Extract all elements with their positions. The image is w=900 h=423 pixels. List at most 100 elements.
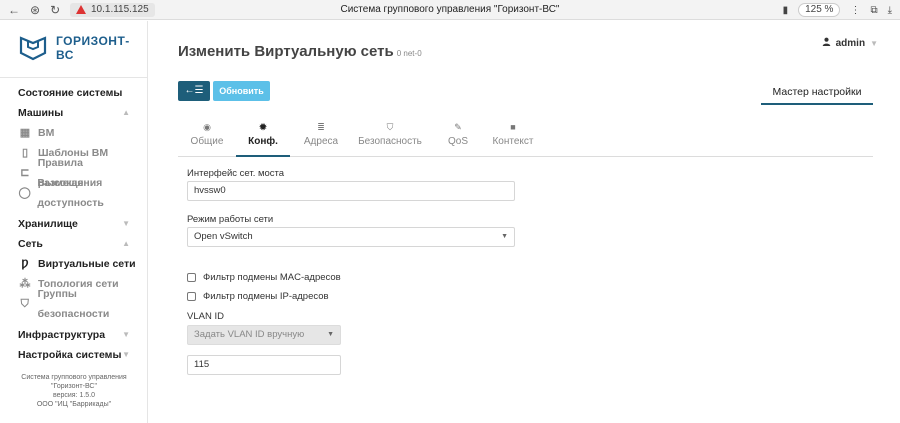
tab-security[interactable]: ⛉ Безопасность xyxy=(348,120,432,157)
file-icon: ▯ xyxy=(21,147,29,159)
sidebar-menu: Состояние системы Машины ▲ ▦ ВМ ▯ Шаблоны В… xyxy=(0,83,148,365)
footer-line: "Горизонт-ВС" xyxy=(51,383,97,390)
download-icon[interactable]: ⤓ xyxy=(888,5,892,16)
header: Изменить Виртуальную сеть 0 net-0 admin ▼ xyxy=(149,21,900,71)
shield-icon: ⛉ xyxy=(20,298,29,310)
section-label: Хранилище xyxy=(18,218,78,230)
page-title-text: Изменить Виртуальную сеть xyxy=(178,43,394,60)
back-to-list-button[interactable]: ←☰ xyxy=(178,81,210,101)
globe-icon: ◉ xyxy=(203,122,211,132)
sidebar-section-network[interactable]: Сеть ▲ xyxy=(0,234,148,254)
tab-qos[interactable]: ✎ QoS xyxy=(436,120,480,157)
logo[interactable]: ГОРИЗОНТ-ВС xyxy=(18,34,147,62)
checkbox-label: Фильтр подмены MAC-адресов xyxy=(203,272,341,283)
refresh-button[interactable]: Обновить xyxy=(213,81,270,101)
back-list-icon: ←☰ xyxy=(184,85,204,96)
footer-line: Система группового управления xyxy=(21,374,127,381)
gear-icon: ✹ xyxy=(259,122,267,132)
vlan-label: VLAN ID xyxy=(187,311,224,322)
checkbox-label: Фильтр подмены IP-адресов xyxy=(203,291,329,302)
section-label: Машины xyxy=(18,107,64,119)
network-mode-value: Open vSwitch xyxy=(194,231,253,242)
address-bar[interactable]: 10.1.115.125 xyxy=(70,2,155,17)
more-icon[interactable]: ⋮ xyxy=(850,5,860,16)
sidebar-item-label: Высокая доступность xyxy=(37,177,104,209)
bookmark-icon[interactable]: ▮ xyxy=(783,5,789,16)
sidebar-item-vm[interactable]: ▦ ВМ xyxy=(0,123,148,143)
folder-open-icon: ⊏ xyxy=(20,167,30,179)
chevron-down-icon: ▼ xyxy=(501,233,508,240)
footer-version: версия: 1.5.0 xyxy=(52,392,96,399)
tab-general[interactable]: ◉ Общие xyxy=(178,120,236,157)
chevron-up-icon: ▲ xyxy=(122,108,130,117)
list-icon: ≣ xyxy=(317,122,325,132)
section-label: Состояние системы xyxy=(18,87,123,99)
sidebar-item-label: Виртуальные сети xyxy=(38,258,136,270)
sitemap-icon: ⁂ xyxy=(19,278,31,290)
chevron-up-icon: ▲ xyxy=(122,239,130,248)
site-settings-icon[interactable]: ⊛ xyxy=(30,4,40,16)
url-text: 10.1.115.125 xyxy=(91,4,149,15)
tab-label: Безопасность xyxy=(358,136,422,147)
tab-label: Адреса xyxy=(303,136,339,147)
user-icon xyxy=(822,37,831,49)
browser-toolbar: ← ⊛ ↻ 10.1.115.125 Система группового уп… xyxy=(0,0,900,20)
sidebar-item-vnets[interactable]: Ƿ Виртуальные сети xyxy=(0,254,148,274)
bridge-label: Интерфейс сет. моста xyxy=(187,168,285,179)
network-mode-select[interactable]: Open vSwitch ▼ xyxy=(187,227,515,247)
tab-conf[interactable]: ✹ Конф. xyxy=(236,120,290,157)
tab-context[interactable]: ■ Контекст xyxy=(484,120,542,157)
bridge-input[interactable]: hvssw0 xyxy=(187,181,515,201)
checkbox-box[interactable] xyxy=(187,292,196,301)
form-tabs: ◉ Общие ✹ Конф. ≣ Адреса ⛉ Безопасность … xyxy=(178,120,873,157)
user-name: admin xyxy=(835,37,866,49)
browser-right-controls: ▮ 125 % ⋮ ⧉ ⤓ xyxy=(783,3,892,17)
section-label: Инфраструктура xyxy=(18,329,106,341)
vlan-mode-value: Задать VLAN ID вручную xyxy=(194,329,305,340)
wrench-icon: ✎ xyxy=(454,122,462,132)
checkbox-box[interactable] xyxy=(187,273,196,282)
shield-icon: ⛉ xyxy=(386,122,394,132)
sidebar-section-storage[interactable]: Хранилище ▼ xyxy=(0,214,148,234)
reload-icon[interactable]: ↻ xyxy=(50,4,60,16)
section-label: Сеть xyxy=(18,238,43,250)
chevron-down-icon: ▼ xyxy=(327,331,334,338)
extensions-icon[interactable]: ⧉ xyxy=(870,5,877,16)
sidebar-section-machines[interactable]: Машины ▲ xyxy=(0,103,148,123)
folder-icon: ■ xyxy=(510,122,516,132)
logo-shield-icon xyxy=(18,35,48,61)
sidebar-item-label: Группы безопасности xyxy=(37,288,110,320)
wizard-tab[interactable]: Мастер настройки xyxy=(761,80,873,105)
user-menu[interactable]: admin ▼ xyxy=(822,37,878,49)
tab-label: Общие xyxy=(190,136,224,147)
page-subtitle: 0 net-0 xyxy=(396,49,422,58)
grid-icon: ▦ xyxy=(19,127,31,139)
vlan-mode-select: Задать VLAN ID вручную ▼ xyxy=(187,325,341,345)
section-label: Настройка системы xyxy=(18,349,122,361)
logo-text: ГОРИЗОНТ-ВС xyxy=(56,34,130,62)
ip-filter-checkbox[interactable]: Фильтр подмены IP-адресов xyxy=(187,291,329,302)
sidebar-item-ha[interactable]: ◯ Высокая доступность xyxy=(0,177,148,209)
mac-filter-checkbox[interactable]: Фильтр подмены MAC-адресов xyxy=(187,272,341,283)
page-title: Изменить Виртуальную сеть 0 net-0 xyxy=(178,43,422,60)
back-arrow-icon[interactable]: ← xyxy=(8,4,20,16)
sidebar-item-secgroups[interactable]: ⛉ Группы безопасности xyxy=(0,288,148,320)
network-branch-icon: Ƿ xyxy=(21,258,29,270)
tab-label: QoS xyxy=(447,136,468,147)
chevron-down-icon: ▼ xyxy=(122,330,130,339)
sidebar-item-label: ВМ xyxy=(38,127,55,139)
sidebar: ГОРИЗОНТ-ВС Состояние системы Машины ▲ ▦ В… xyxy=(0,21,148,423)
sidebar-footer: Система группового управления "Горизонт-… xyxy=(0,373,148,409)
sidebar-section-infrastructure[interactable]: Инфраструктура ▼ xyxy=(0,325,148,345)
tab-addresses[interactable]: ≣ Адреса xyxy=(294,120,348,157)
sidebar-section-settings[interactable]: Настройка системы ▼ xyxy=(0,345,148,365)
chevron-down-icon: ▼ xyxy=(870,38,878,48)
divider xyxy=(0,77,148,78)
network-mode-label: Режим работы сети xyxy=(187,214,274,225)
chevron-down-icon: ▼ xyxy=(122,219,130,228)
insecure-warning-icon[interactable] xyxy=(76,5,86,14)
chevron-down-icon: ▼ xyxy=(122,350,130,359)
sidebar-section-system-state[interactable]: Состояние системы xyxy=(0,83,148,103)
zoom-indicator[interactable]: 125 % xyxy=(798,3,841,17)
vlan-id-input[interactable]: 115 xyxy=(187,355,341,375)
